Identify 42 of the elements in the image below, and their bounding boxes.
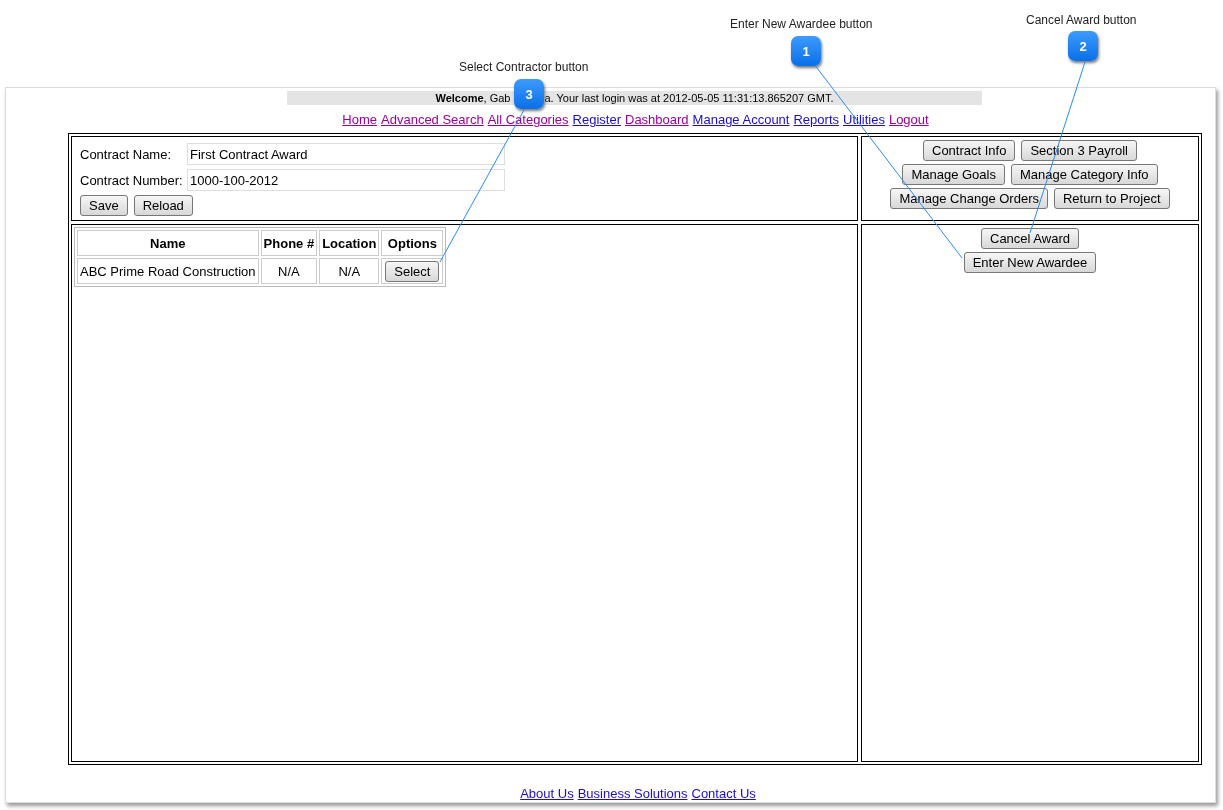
- nav-link[interactable]: Dashboard: [625, 112, 689, 127]
- login-info-text: a. Your last login was at 2012-05-05 11:31:13.865207 GMT.: [544, 91, 834, 105]
- input-field[interactable]: 1000-100-2012: [187, 169, 505, 191]
- callout-badge: 1: [791, 36, 821, 66]
- nav-link[interactable]: Logout: [888, 112, 929, 127]
- callout-badge: 3: [514, 79, 544, 109]
- nav-link[interactable]: Manage Account: [692, 112, 790, 127]
- project-button[interactable]: Section 3 Payroll: [1021, 140, 1137, 161]
- welcome-text: Welcome, Gab: [435, 91, 511, 105]
- project-button[interactable]: Contract Info: [923, 140, 1016, 161]
- footer-link[interactable]: Business Solutions: [577, 786, 688, 801]
- footer-link[interactable]: Contact Us: [691, 786, 756, 801]
- table-cell: N/A: [260, 258, 318, 284]
- nav-link[interactable]: Advanced Search: [381, 112, 484, 127]
- field-label: Contract Name:: [80, 146, 173, 162]
- nav-link[interactable]: All Categories: [487, 112, 569, 127]
- column-header: Name: [77, 230, 259, 256]
- nav-link[interactable]: Utilities: [843, 112, 885, 127]
- field-label: Contract Number:: [80, 172, 184, 188]
- form-button[interactable]: Save: [80, 195, 128, 216]
- callout-label: Cancel Award button: [1026, 13, 1137, 27]
- callout-label: Enter New Awardee button: [730, 17, 873, 31]
- project-button[interactable]: Return to Project: [1053, 188, 1170, 209]
- table-cell: N/A: [319, 258, 380, 284]
- column-header: Phone #: [260, 230, 318, 256]
- project-button[interactable]: Manage Goals: [902, 164, 1005, 185]
- project-button[interactable]: Manage Category Info: [1010, 164, 1158, 185]
- project-button[interactable]: Manage Change Orders: [890, 188, 1048, 209]
- table-cell: ABC Prime Road Construction: [77, 258, 259, 284]
- footer-link[interactable]: About Us: [520, 786, 574, 801]
- input-field[interactable]: First Contract Award: [187, 143, 505, 165]
- form-button[interactable]: Reload: [133, 195, 193, 216]
- callout-label: Select Contractor button: [459, 60, 589, 74]
- award-button[interactable]: Enter New Awardee: [963, 252, 1097, 273]
- nav-link[interactable]: Home: [342, 112, 377, 127]
- column-header: Options: [381, 230, 444, 256]
- nav-link[interactable]: Reports: [793, 112, 839, 127]
- award-button[interactable]: Cancel Award: [981, 228, 1079, 249]
- nav-link[interactable]: Register: [572, 112, 621, 127]
- column-header: Location: [319, 230, 380, 256]
- callout-badge: 2: [1068, 31, 1098, 61]
- select-button[interactable]: Select: [385, 260, 440, 282]
